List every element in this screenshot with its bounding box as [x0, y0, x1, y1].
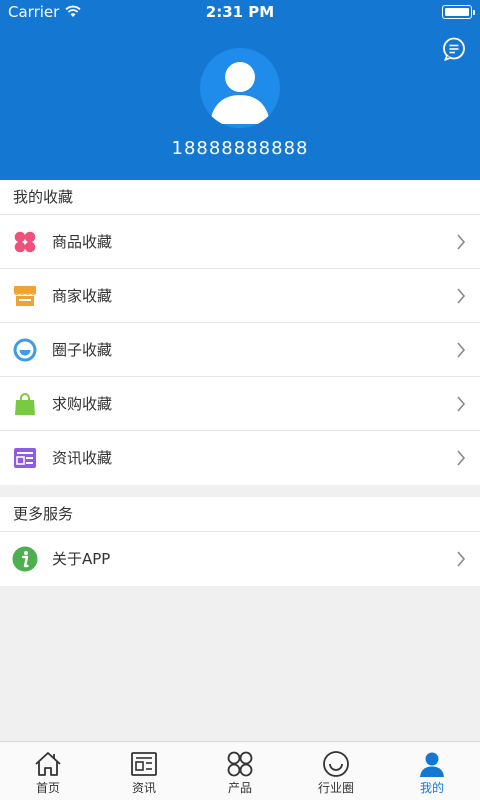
smile-circle-icon: [323, 751, 349, 777]
favorites-section: 我的收藏 商品收藏 商家收藏 圈子收藏 求购收藏 资讯收藏: [0, 180, 480, 485]
favorite-circles-label: 圈子收藏: [52, 341, 113, 359]
profile-header: Carrier 2:31 PM 18888888888: [0, 0, 480, 180]
news-card-icon: [14, 448, 36, 468]
message-icon[interactable]: [441, 36, 467, 62]
smile-circle-icon: [13, 338, 37, 362]
shopping-bag-icon: [15, 393, 35, 415]
chevron-right-icon: [457, 551, 466, 567]
info-icon: [12, 546, 38, 572]
grid-petals-icon: [227, 751, 253, 777]
favorite-goods-label: 商品收藏: [52, 233, 113, 251]
favorite-news-row[interactable]: 资讯收藏: [0, 431, 480, 485]
favorite-goods-row[interactable]: 商品收藏: [0, 215, 480, 269]
avatar[interactable]: [200, 48, 280, 128]
battery-icon: [442, 5, 472, 19]
favorite-merchants-row[interactable]: 商家收藏: [0, 269, 480, 323]
news-icon: [131, 752, 157, 776]
favorite-requests-label: 求购收藏: [52, 395, 113, 413]
status-bar: Carrier 2:31 PM: [0, 0, 480, 24]
tab-industry-circle-label: 行业圈: [317, 781, 354, 795]
status-time: 2:31 PM: [205, 3, 275, 21]
services-section: 更多服务 关于APP: [0, 497, 480, 586]
about-app-row[interactable]: 关于APP: [0, 532, 480, 586]
tab-news-label: 资讯: [131, 781, 156, 795]
chevron-right-icon: [457, 234, 466, 250]
chevron-right-icon: [457, 342, 466, 358]
user-avatar-icon: [210, 62, 270, 124]
chevron-right-icon: [457, 396, 466, 412]
store-icon: [13, 286, 37, 306]
user-icon: [420, 752, 444, 777]
tab-products[interactable]: 产品: [192, 742, 288, 800]
tab-mine[interactable]: 我的: [384, 742, 480, 800]
tab-home-label: 首页: [35, 781, 60, 795]
about-app-label: 关于APP: [52, 550, 111, 568]
favorites-section-title: 我的收藏: [0, 180, 480, 215]
home-icon: [35, 752, 61, 776]
tab-home[interactable]: 首页: [0, 742, 96, 800]
tab-mine-label: 我的: [419, 781, 444, 795]
favorite-requests-row[interactable]: 求购收藏: [0, 377, 480, 431]
chevron-right-icon: [457, 450, 466, 466]
bottom-tab-bar: 首页 资讯 产品 行业圈 我的: [0, 741, 480, 800]
tab-products-label: 产品: [227, 781, 252, 795]
tab-news[interactable]: 资讯: [96, 742, 192, 800]
tab-industry-circle[interactable]: 行业圈: [288, 742, 384, 800]
clover-icon: [14, 231, 36, 253]
services-section-title: 更多服务: [0, 497, 480, 532]
battery-tip: [473, 10, 475, 15]
chevron-right-icon: [457, 288, 466, 304]
user-phone-number: 18888888888: [171, 138, 309, 159]
favorite-circles-row[interactable]: 圈子收藏: [0, 323, 480, 377]
favorite-news-label: 资讯收藏: [52, 449, 113, 467]
favorite-merchants-label: 商家收藏: [52, 287, 113, 305]
